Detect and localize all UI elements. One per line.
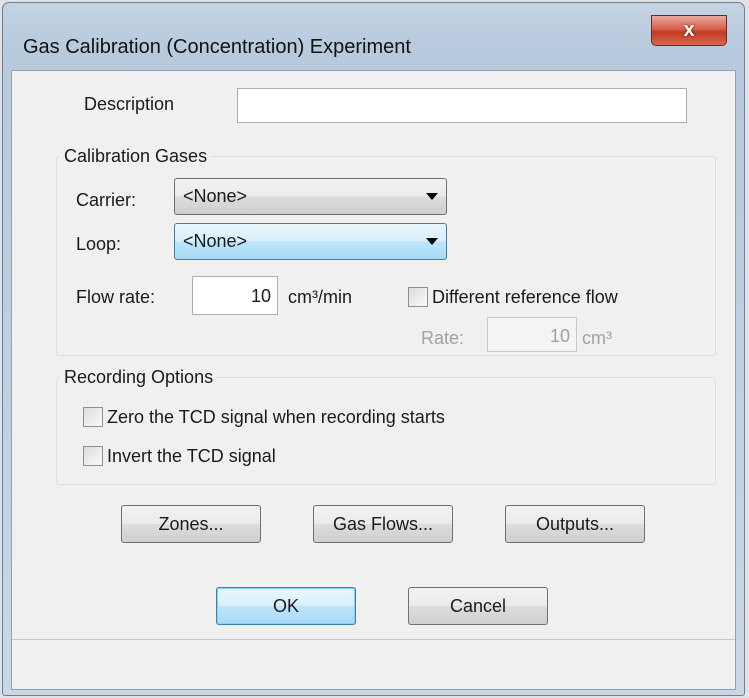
loop-dropdown[interactable]: <None> bbox=[174, 223, 447, 260]
rate-unit: cm³ bbox=[582, 328, 612, 348]
zero-tcd-label: Zero the TCD signal when recording start… bbox=[107, 407, 445, 427]
recording-options-title: Recording Options bbox=[60, 367, 218, 388]
invert-tcd-label: Invert the TCD signal bbox=[107, 446, 276, 466]
close-button[interactable]: x bbox=[651, 15, 727, 46]
invert-tcd-checkbox[interactable] bbox=[83, 446, 103, 466]
carrier-selected-value: <None> bbox=[183, 186, 248, 206]
flow-rate-unit: cm³/min bbox=[288, 287, 352, 307]
zones-button[interactable]: Zones... bbox=[121, 505, 261, 543]
zero-tcd-checkbox[interactable] bbox=[83, 407, 103, 427]
ok-button[interactable]: OK bbox=[216, 587, 356, 625]
calibration-gases-title: Calibration Gases bbox=[60, 146, 212, 167]
rate-input[interactable]: 10 bbox=[487, 317, 577, 352]
chevron-down-icon bbox=[426, 193, 438, 200]
gas-flows-button[interactable]: Gas Flows... bbox=[313, 505, 453, 543]
description-label: Description bbox=[84, 94, 175, 114]
dialog-window: Gas Calibration (Concentration) Experime… bbox=[2, 2, 745, 696]
window-title: Gas Calibration (Concentration) Experime… bbox=[23, 36, 411, 58]
cancel-button[interactable]: Cancel bbox=[408, 587, 548, 625]
loop-selected-value: <None> bbox=[183, 231, 248, 251]
different-reference-flow-label: Different reference flow bbox=[432, 287, 618, 307]
close-icon: x bbox=[683, 19, 695, 41]
dialog-client-area: Description Calibration Gases Carrier: <… bbox=[11, 70, 736, 690]
carrier-label: Carrier: bbox=[76, 190, 137, 210]
status-bar bbox=[12, 639, 735, 689]
recording-options-group bbox=[56, 377, 716, 485]
description-input[interactable] bbox=[237, 88, 687, 123]
flow-rate-input[interactable]: 10 bbox=[192, 276, 278, 315]
carrier-dropdown[interactable]: <None> bbox=[174, 178, 447, 215]
rate-label: Rate: bbox=[421, 328, 465, 348]
chevron-down-icon bbox=[426, 238, 438, 245]
different-reference-flow-checkbox[interactable] bbox=[408, 287, 428, 307]
loop-label: Loop: bbox=[76, 234, 122, 254]
outputs-button[interactable]: Outputs... bbox=[505, 505, 645, 543]
flow-rate-label: Flow rate: bbox=[76, 287, 156, 307]
